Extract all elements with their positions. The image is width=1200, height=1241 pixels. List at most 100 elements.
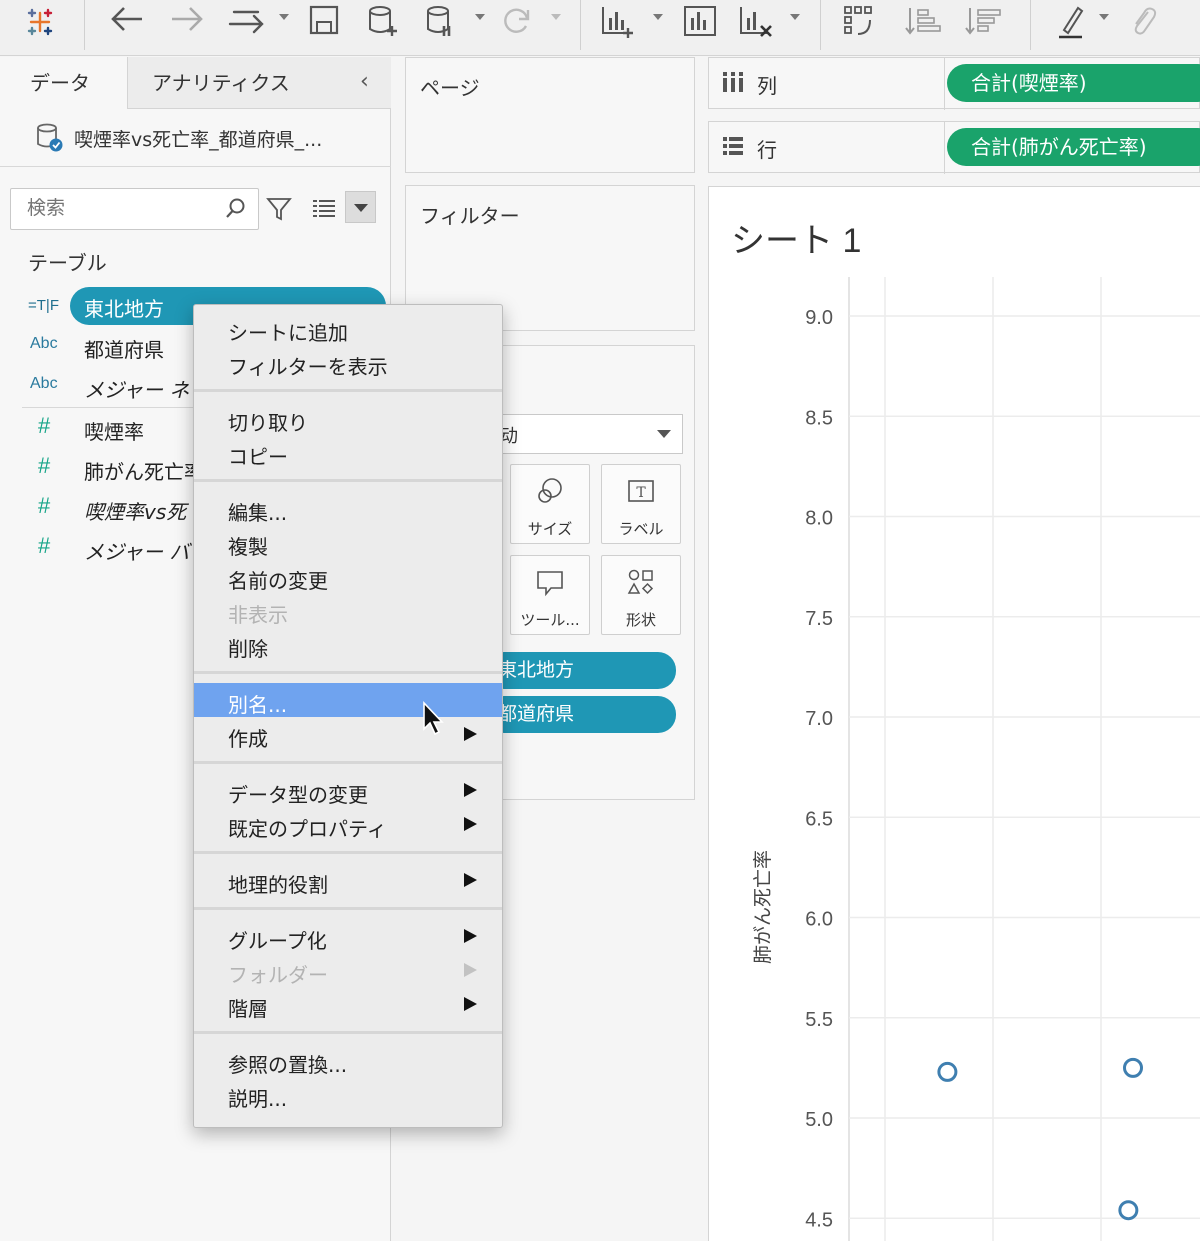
- menu-item-label: 名前の変更: [228, 569, 328, 593]
- mouse-cursor-icon: [422, 700, 446, 741]
- tab-analytics[interactable]: アナリティクス: [128, 57, 391, 109]
- marks-pill-prefecture[interactable]: 都道府県: [486, 696, 676, 733]
- menu-item[interactable]: 説明...: [194, 1077, 502, 1111]
- new-sheet-menu-icon[interactable]: [653, 14, 663, 20]
- number-type-icon: #: [38, 453, 51, 478]
- menu-item-label: 別名...: [228, 693, 288, 717]
- size-label: サイズ: [527, 520, 573, 538]
- refresh-menu-icon[interactable]: [551, 14, 561, 20]
- tooltip-button[interactable]: ツール...: [510, 555, 590, 635]
- mark-type-dropdown[interactable]: [496, 414, 683, 454]
- menu-item[interactable]: 階層: [194, 987, 502, 1021]
- menu-item-label: フィルターを表示: [228, 355, 388, 379]
- menu-item[interactable]: フィルターを表示: [194, 345, 502, 379]
- menu-separator: [194, 389, 502, 392]
- rows-shelf[interactable]: 行 合計(肺がん死亡率): [708, 121, 1200, 174]
- redo-icon[interactable]: [224, 4, 268, 34]
- shape-label: 形状: [625, 611, 656, 629]
- datasource-icon: [36, 123, 64, 157]
- menu-item-label: 切り取り: [228, 411, 308, 435]
- label-button[interactable]: T ラベル: [601, 464, 681, 544]
- menu-item[interactable]: 作成: [194, 717, 502, 751]
- submenu-arrow-icon: [464, 963, 477, 977]
- view-options-dropdown[interactable]: [345, 191, 376, 223]
- columns-icon: [721, 70, 745, 98]
- label-label: ラベル: [618, 520, 664, 538]
- y-tick-label: 8.5: [805, 407, 833, 429]
- marks-pill-tohoku[interactable]: 東北地方: [486, 652, 676, 689]
- save-icon[interactable]: [308, 4, 340, 35]
- menu-item[interactable]: 複製: [194, 525, 502, 559]
- menu-item[interactable]: シートに追加: [194, 311, 502, 345]
- pages-card[interactable]: ページ: [405, 57, 695, 173]
- y-tick-label: 6.0: [805, 909, 833, 931]
- menu-item[interactable]: 編集...: [194, 491, 502, 525]
- menu-item-label: 説明...: [228, 1087, 288, 1111]
- columns-shelf[interactable]: 列 合計(喫煙率): [708, 57, 1200, 110]
- field-name: メジャー バ: [84, 540, 190, 564]
- menu-item-label: シートに追加: [228, 321, 348, 345]
- field-name: 喫煙率: [84, 420, 144, 444]
- menu-item[interactable]: 削除: [194, 627, 502, 661]
- toolbar: [0, 0, 1200, 56]
- datasource-name: 喫煙率vs死亡率_都道府県_...: [74, 129, 323, 151]
- menu-item-label: データ型の変更: [228, 783, 368, 807]
- forward-icon[interactable]: [168, 4, 208, 34]
- menu-item[interactable]: 既定のプロパティ: [194, 807, 502, 841]
- collapse-pane-icon[interactable]: ‹: [360, 69, 369, 94]
- label-icon: T: [626, 477, 656, 511]
- columns-pill[interactable]: 合計(喫煙率): [947, 64, 1200, 102]
- attach-icon[interactable]: [1128, 4, 1158, 35]
- menu-item-label: 参照の置換...: [228, 1053, 348, 1077]
- menu-item[interactable]: 切り取り: [194, 401, 502, 435]
- redo-menu-icon[interactable]: [279, 14, 289, 20]
- new-dashboard-icon[interactable]: [682, 4, 718, 36]
- size-button[interactable]: サイズ: [510, 464, 590, 544]
- list-view-icon[interactable]: [312, 198, 336, 222]
- tab-data[interactable]: データ: [0, 57, 128, 109]
- shelf-divider: [944, 58, 945, 110]
- filter-icon[interactable]: [266, 196, 292, 226]
- shape-button[interactable]: 形状: [601, 555, 681, 635]
- menu-item[interactable]: 名前の変更: [194, 559, 502, 593]
- boolean-type-icon: =T|F: [28, 297, 59, 314]
- menu-item-label: 階層: [228, 997, 268, 1021]
- tableau-logo-icon[interactable]: [24, 6, 56, 36]
- scatter-point[interactable]: [1123, 1057, 1143, 1078]
- scatter-point[interactable]: [1118, 1200, 1139, 1221]
- highlight-icon[interactable]: [1056, 4, 1088, 39]
- menu-item-label: グループ化: [228, 929, 327, 953]
- submenu-arrow-icon: [464, 817, 477, 831]
- y-tick-label: 5.5: [805, 1009, 833, 1031]
- clear-sheet-icon[interactable]: [738, 4, 776, 37]
- clear-sheet-menu-icon[interactable]: [790, 14, 800, 20]
- new-datasource-icon[interactable]: [366, 4, 400, 36]
- datasource-row[interactable]: 喫煙率vs死亡率_都道府県_...: [0, 109, 391, 167]
- search-icon[interactable]: [225, 197, 247, 223]
- worksheet-view[interactable]: シート 1 9.0 8.5 8.0 7.5 7.0 6.5 6.0 5.5 5.0 4.5 肺がん死…: [708, 186, 1200, 1241]
- rows-pill[interactable]: 合計(肺がん死亡率): [947, 128, 1200, 166]
- back-icon[interactable]: [108, 4, 148, 34]
- menu-item[interactable]: 別名...: [194, 683, 502, 717]
- menu-item[interactable]: コピー: [194, 435, 502, 469]
- pause-updates-icon[interactable]: [424, 4, 458, 36]
- sort-desc-icon[interactable]: [964, 4, 1002, 35]
- menu-item-label: 編集...: [228, 501, 288, 525]
- refresh-icon[interactable]: [500, 4, 534, 34]
- highlight-menu-icon[interactable]: [1099, 14, 1109, 20]
- menu-item[interactable]: 地理的役割: [194, 863, 502, 897]
- sort-asc-icon[interactable]: [904, 4, 942, 35]
- search-input[interactable]: [10, 188, 259, 230]
- menu-item[interactable]: グループ化: [194, 919, 502, 953]
- scatter-plot[interactable]: 9.0 8.5 8.0 7.5 7.0 6.5 6.0 5.5 5.0 4.5 肺がん死亡率: [709, 187, 1200, 1241]
- menu-item[interactable]: データ型の変更: [194, 773, 502, 807]
- string-type-icon: Abc: [30, 335, 58, 352]
- field-name-tohoku[interactable]: 東北地方: [84, 293, 164, 322]
- scatter-point[interactable]: [937, 1061, 958, 1082]
- menu-separator: [194, 1031, 502, 1034]
- menu-item[interactable]: 参照の置換...: [194, 1043, 502, 1077]
- pause-menu-icon[interactable]: [475, 14, 485, 20]
- new-sheet-icon[interactable]: [600, 4, 636, 38]
- menu-separator: [194, 671, 502, 674]
- swap-icon[interactable]: [842, 4, 878, 35]
